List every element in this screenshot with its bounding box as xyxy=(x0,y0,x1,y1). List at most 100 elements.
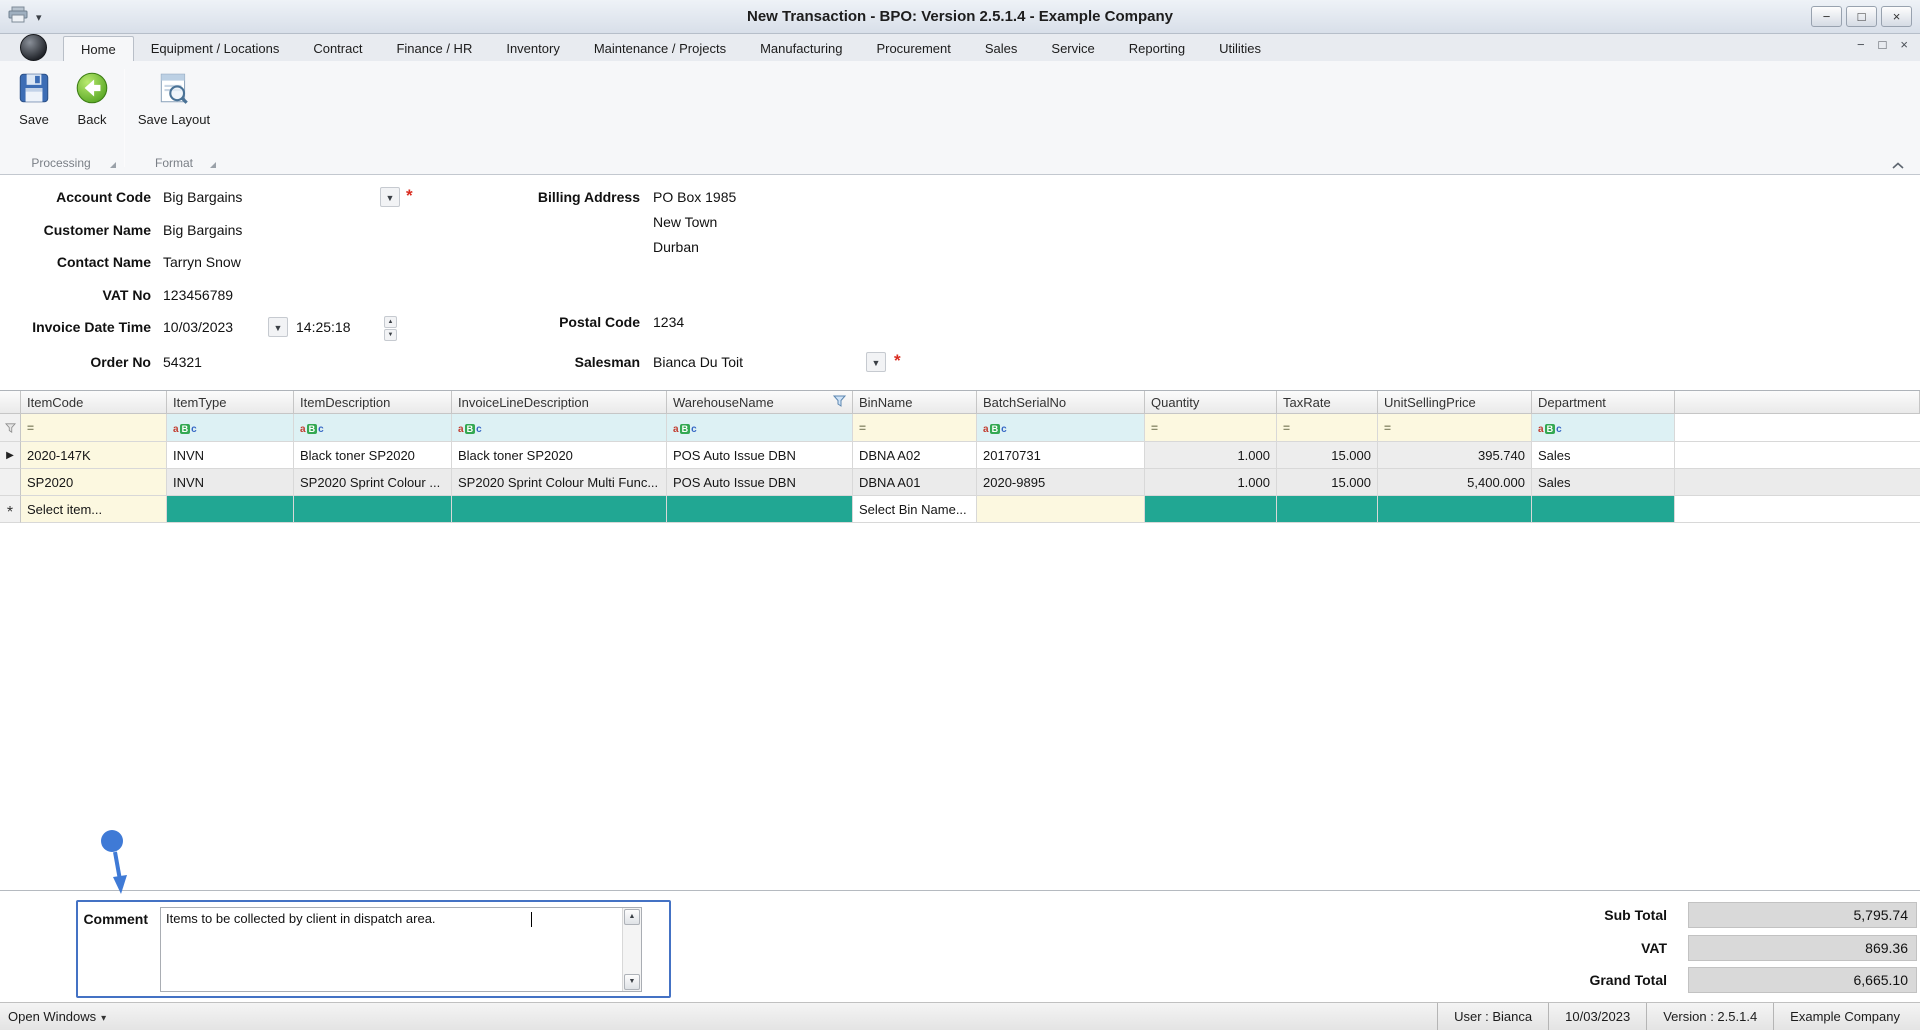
order-no-value[interactable]: 54321 xyxy=(163,351,202,373)
open-windows-button[interactable]: Open Windows▾ xyxy=(8,1003,106,1030)
column-header-binname[interactable]: BinName xyxy=(853,391,977,414)
cell-quantity[interactable]: 1.000 xyxy=(1145,442,1277,469)
mdi-restore-button[interactable]: □ xyxy=(1879,37,1887,52)
column-header-itemtype[interactable]: ItemType xyxy=(167,391,294,414)
collapse-ribbon-icon[interactable] xyxy=(1890,157,1906,175)
cell-invoicelinedescription[interactable]: SP2020 Sprint Colour Multi Func... xyxy=(452,469,667,496)
vat-no-value[interactable]: 123456789 xyxy=(163,284,233,306)
newrow-binname[interactable]: Select Bin Name... xyxy=(853,496,977,523)
salesman-value[interactable]: Bianca Du Toit xyxy=(653,351,743,373)
newrow-itemtype[interactable] xyxy=(167,496,294,523)
scroll-down-icon[interactable]: ▼ xyxy=(624,974,640,990)
newrow-unitsellingprice[interactable] xyxy=(1378,496,1532,523)
customer-name-value[interactable]: Big Bargains xyxy=(163,219,242,241)
cell-itemdescription[interactable]: SP2020 Sprint Colour ... xyxy=(294,469,452,496)
filter-funnel-icon[interactable] xyxy=(833,395,846,410)
billing-address-line1[interactable]: PO Box 1985 xyxy=(653,186,736,208)
filter-cell-itemtype[interactable]: aBc xyxy=(167,414,294,442)
postal-code-value[interactable]: 1234 xyxy=(653,311,684,333)
tab-procurement[interactable]: Procurement xyxy=(859,36,967,61)
column-header-quantity[interactable]: Quantity xyxy=(1145,391,1277,414)
mdi-minimize-button[interactable]: − xyxy=(1857,37,1865,52)
cell-taxrate[interactable]: 15.000 xyxy=(1277,442,1378,469)
filter-cell-unitsellingprice[interactable]: = xyxy=(1378,414,1532,442)
invoice-date-value[interactable]: 10/03/2023 xyxy=(163,316,233,338)
column-header-warehousename[interactable]: WarehouseName xyxy=(667,391,853,414)
minimize-button[interactable]: − xyxy=(1811,6,1842,27)
save-button[interactable]: Save xyxy=(6,69,62,127)
spinner-down-icon[interactable]: ▼ xyxy=(384,329,397,341)
tab-contract[interactable]: Contract xyxy=(296,36,379,61)
newrow-batchserialno[interactable] xyxy=(977,496,1145,523)
invoice-date-dropdown-icon[interactable]: ▼ xyxy=(268,317,288,337)
filter-cell-itemdescription[interactable]: aBc xyxy=(294,414,452,442)
newrow-itemdescription[interactable] xyxy=(294,496,452,523)
column-header-itemdescription[interactable]: ItemDescription xyxy=(294,391,452,414)
cell-binname[interactable]: DBNA A02 xyxy=(853,442,977,469)
cell-itemtype[interactable]: INVN xyxy=(167,469,294,496)
invoice-time-value[interactable]: 14:25:18 xyxy=(296,316,351,338)
newrow-department[interactable] xyxy=(1532,496,1675,523)
filter-cell-warehousename[interactable]: aBc xyxy=(667,414,853,442)
tab-utilities[interactable]: Utilities xyxy=(1202,36,1278,61)
newrow-quantity[interactable] xyxy=(1145,496,1277,523)
newrow-taxrate[interactable] xyxy=(1277,496,1378,523)
cell-warehousename[interactable]: POS Auto Issue DBN xyxy=(667,442,853,469)
tab-sales[interactable]: Sales xyxy=(968,36,1035,61)
tab-finance-hr[interactable]: Finance / HR xyxy=(379,36,489,61)
time-spinner[interactable]: ▲ ▼ xyxy=(384,316,397,338)
cell-itemdescription[interactable]: Black toner SP2020 xyxy=(294,442,452,469)
cell-quantity[interactable]: 1.000 xyxy=(1145,469,1277,496)
filter-cell-binname[interactable]: = xyxy=(853,414,977,442)
filter-cell-department[interactable]: aBc xyxy=(1532,414,1675,442)
save-layout-button[interactable]: Save Layout xyxy=(130,69,218,127)
newrow-warehousename[interactable] xyxy=(667,496,853,523)
tab-service[interactable]: Service xyxy=(1034,36,1111,61)
spinner-up-icon[interactable]: ▲ xyxy=(384,316,397,328)
tab-home[interactable]: Home xyxy=(63,36,134,61)
quick-access-caret-icon[interactable]: ▾ xyxy=(36,11,42,24)
billing-address-line2[interactable]: New Town xyxy=(653,211,717,233)
tab-equipment-locations[interactable]: Equipment / Locations xyxy=(134,36,297,61)
cell-invoicelinedescription[interactable]: Black toner SP2020 xyxy=(452,442,667,469)
filter-cell-taxrate[interactable]: = xyxy=(1277,414,1378,442)
processing-dialog-launcher-icon[interactable] xyxy=(110,162,116,168)
filter-cell-batchserialno[interactable]: aBc xyxy=(977,414,1145,442)
cell-itemcode[interactable]: 2020-147K xyxy=(21,442,167,469)
account-code-value[interactable]: Big Bargains xyxy=(163,186,242,208)
cell-unitsellingprice[interactable]: 395.740 xyxy=(1378,442,1532,469)
comment-input[interactable]: Items to be collected by client in dispa… xyxy=(160,907,642,992)
column-header-batchserialno[interactable]: BatchSerialNo xyxy=(977,391,1145,414)
format-dialog-launcher-icon[interactable] xyxy=(210,162,216,168)
mdi-close-button[interactable]: × xyxy=(1900,37,1908,52)
newrow-invoicelinedescription[interactable] xyxy=(452,496,667,523)
comment-scrollbar[interactable]: ▲ ▼ xyxy=(622,908,641,991)
column-header-taxrate[interactable]: TaxRate xyxy=(1277,391,1378,414)
close-button[interactable]: × xyxy=(1881,6,1912,27)
maximize-button[interactable]: □ xyxy=(1846,6,1877,27)
cell-taxrate[interactable]: 15.000 xyxy=(1277,469,1378,496)
newrow-itemcode[interactable]: Select item... xyxy=(21,496,167,523)
cell-unitsellingprice[interactable]: 5,400.000 xyxy=(1378,469,1532,496)
salesman-dropdown-icon[interactable]: ▼ xyxy=(866,352,886,372)
cell-department[interactable]: Sales xyxy=(1532,442,1675,469)
cell-batchserialno[interactable]: 20170731 xyxy=(977,442,1145,469)
bpo-logo-icon[interactable] xyxy=(20,34,47,61)
scroll-up-icon[interactable]: ▲ xyxy=(624,909,640,925)
tab-reporting[interactable]: Reporting xyxy=(1112,36,1202,61)
billing-address-line3[interactable]: Durban xyxy=(653,236,699,258)
cell-itemcode[interactable]: SP2020 xyxy=(21,469,167,496)
filter-cell-invoicelinedescription[interactable]: aBc xyxy=(452,414,667,442)
contact-name-value[interactable]: Tarryn Snow xyxy=(163,251,241,273)
tab-inventory[interactable]: Inventory xyxy=(489,36,576,61)
tab-maintenance-projects[interactable]: Maintenance / Projects xyxy=(577,36,743,61)
cell-warehousename[interactable]: POS Auto Issue DBN xyxy=(667,469,853,496)
column-header-department[interactable]: Department xyxy=(1532,391,1675,414)
cell-batchserialno[interactable]: 2020-9895 xyxy=(977,469,1145,496)
cell-binname[interactable]: DBNA A01 xyxy=(853,469,977,496)
filter-cell-quantity[interactable]: = xyxy=(1145,414,1277,442)
cell-department[interactable]: Sales xyxy=(1532,469,1675,496)
column-header-invoicelinedescription[interactable]: InvoiceLineDescription xyxy=(452,391,667,414)
filter-cell-itemcode[interactable]: = xyxy=(21,414,167,442)
cell-itemtype[interactable]: INVN xyxy=(167,442,294,469)
